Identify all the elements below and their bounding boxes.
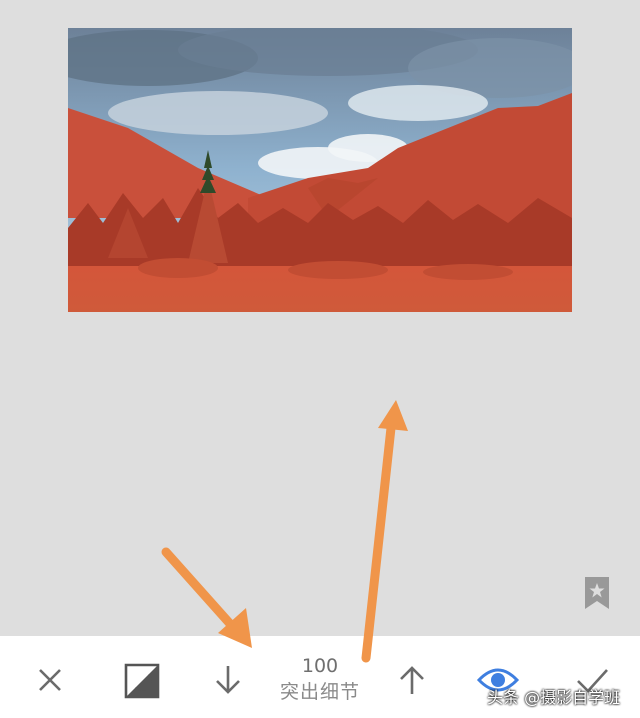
arrow-down-icon[interactable] [206, 658, 250, 702]
adjustment-readout[interactable]: 100 突出细节 [260, 655, 380, 707]
close-icon[interactable] [28, 658, 72, 702]
compare-bookmark-icon[interactable] [583, 576, 611, 610]
adjustment-parameter-label: 突出细节 [279, 681, 360, 703]
edited-photo [68, 28, 572, 312]
mask-icon[interactable] [120, 658, 164, 702]
image-canvas [0, 0, 640, 636]
adjustment-value: 100 [301, 655, 339, 677]
arrow-up-icon[interactable] [390, 658, 434, 702]
watermark: 头条 @摄影自学班 [487, 688, 621, 707]
